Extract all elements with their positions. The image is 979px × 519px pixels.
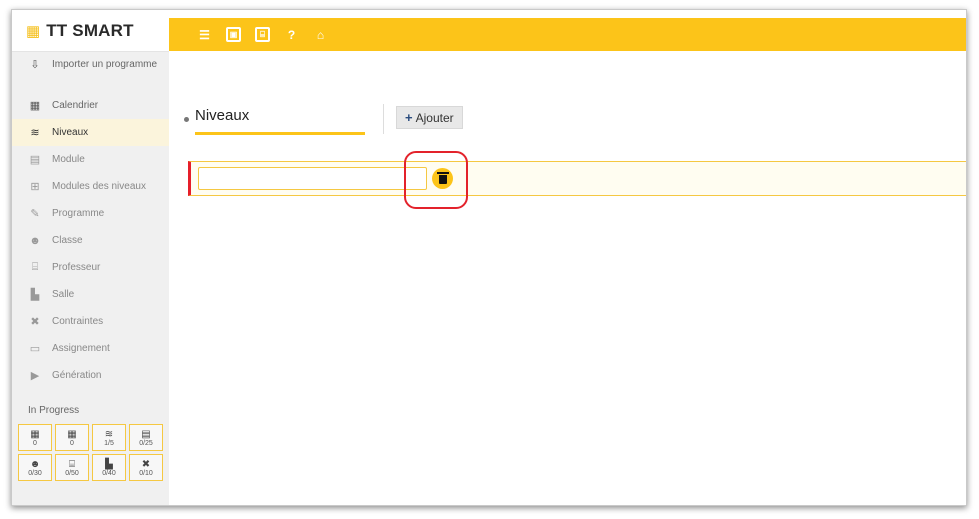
progress-grid: ▦ 0 ▦ 0 ≋ 1/5 ▤ 0/25 ☻ 0/30 ⌸ 0/50 ▙ 0/4… [12, 424, 169, 481]
progress-value: 1/5 [104, 439, 114, 447]
sidebar-item-modules-des-niveaux[interactable]: ⊞ Modules des niveaux [12, 173, 169, 200]
sidebar-item-label: Calendrier [52, 100, 99, 111]
section-header: Niveaux + Ajouter [184, 104, 463, 135]
monitor-icon: ▭ [29, 343, 41, 355]
save-icon[interactable]: ▣ [226, 27, 241, 42]
progress-label: In Progress [28, 405, 80, 416]
sidebar-item-generation[interactable]: ▶ Génération [12, 362, 169, 389]
book-icon: ▤ [141, 428, 151, 440]
progress-cell-classe: ☻ 0/30 [18, 454, 52, 481]
tools-icon: ✖ [30, 316, 40, 328]
sidebar-item-label: Assignement [52, 343, 110, 354]
progress-cell-salle: ▙ 0/40 [92, 454, 126, 481]
main-content: Niveaux + Ajouter [169, 51, 966, 505]
import-icon: ⇩ [30, 59, 40, 71]
home-icon[interactable]: ⌂ [313, 27, 328, 42]
sidebar-item-label: Programme [52, 208, 105, 219]
teacher-icon: ⌸ [69, 458, 75, 470]
divider [383, 104, 384, 134]
sidebar-item-label: Importer un programme [52, 59, 158, 70]
progress-value: 0/10 [139, 469, 153, 477]
add-button[interactable]: + Ajouter [396, 106, 463, 129]
progress-value: 0/40 [102, 469, 116, 477]
top-toolbar: ☰ ▣ ⌸ ? ⌂ [169, 18, 966, 51]
room-icon: ▙ [30, 289, 40, 301]
level-name-input[interactable] [198, 167, 427, 190]
sidebar-item-niveaux[interactable]: ≋ Niveaux [12, 119, 169, 146]
sidebar-item-salle[interactable]: ▙ Salle [12, 281, 169, 308]
bullet-dot [184, 117, 189, 122]
calendar-icon: ▦ [30, 428, 40, 440]
brand: ▦ TT SMART [12, 10, 169, 52]
progress-value: 0/25 [139, 439, 153, 447]
users-icon: ☻ [29, 458, 41, 470]
users-icon: ☻ [29, 234, 41, 247]
progress-value: 0 [33, 439, 37, 447]
sidebar-item-label: Module [52, 154, 85, 165]
title-wrap: Niveaux [195, 104, 365, 135]
progress-cell-calendar: ▦ 0 [18, 424, 52, 451]
sidebar-item-label: Génération [52, 370, 102, 381]
progress-cell-module: ▤ 0/25 [129, 424, 163, 451]
sidebar-item-label: Contraintes [52, 316, 104, 327]
calendar-icon: ▦ [26, 22, 41, 40]
level-row [188, 161, 966, 196]
layers-icon: ≋ [30, 127, 40, 139]
calendar-icon: ▦ [29, 100, 41, 112]
sidebar-item-assignement[interactable]: ▭ Assignement [12, 335, 169, 362]
layers-icon: ≋ [104, 428, 114, 440]
menu-icon[interactable]: ☰ [197, 27, 212, 42]
progress-cell-niveaux: ≋ 1/5 [92, 424, 126, 451]
progress-value: 0/30 [28, 469, 42, 477]
sidebar-item-label: Professeur [52, 262, 101, 273]
sidebar-item-classe[interactable]: ☻ Classe [12, 227, 169, 254]
sidebar-item-label: Modules des niveaux [52, 181, 146, 192]
plus-icon: + [405, 110, 413, 125]
play-icon: ▶ [30, 370, 40, 382]
sidebar: ▦ TT SMART ⇩ Importer un programme ▦ Cal… [12, 10, 169, 505]
title-underline [195, 132, 365, 135]
sidebar-item-programme[interactable]: ✎ Programme [12, 200, 169, 227]
sidebar-item-calendrier[interactable]: ▦ Calendrier [12, 92, 169, 119]
teacher-icon: ⌸ [31, 261, 39, 273]
progress-value: 0 [70, 439, 74, 447]
help-icon[interactable]: ? [284, 27, 299, 42]
teacher-board-icon[interactable]: ⌸ [255, 27, 270, 42]
progress-value: 0/50 [65, 469, 79, 477]
sidebar-item-label: Salle [52, 289, 75, 300]
book-icon: ▤ [29, 154, 41, 166]
progress-cell-contraintes: ✖ 0/10 [129, 454, 163, 481]
tools-icon: ✖ [141, 458, 151, 470]
progress-cell-calendar-2: ▦ 0 [55, 424, 89, 451]
page-title: Niveaux [195, 107, 250, 124]
room-icon: ▙ [105, 458, 113, 470]
progress-cell-professeur: ⌸ 0/50 [55, 454, 89, 481]
sidebar-item-import[interactable]: ⇩ Importer un programme [12, 58, 169, 92]
sitemap-icon: ⊞ [30, 181, 40, 193]
sidebar-menu: ⇩ Importer un programme ▦ Calendrier ≋ N… [12, 58, 169, 389]
highlight-circle [404, 151, 468, 209]
calendar-icon: ▦ [67, 428, 77, 440]
sidebar-item-contraintes[interactable]: ✖ Contraintes [12, 308, 169, 335]
sidebar-item-label: Classe [52, 235, 83, 246]
app-name: TT SMART [46, 20, 134, 40]
sidebar-item-label: Niveaux [52, 127, 89, 138]
ruler-icon: ✎ [30, 208, 40, 220]
sidebar-item-module[interactable]: ▤ Module [12, 146, 169, 173]
sidebar-item-professeur[interactable]: ⌸ Professeur [12, 254, 169, 281]
add-button-label: Ajouter [415, 110, 454, 125]
app-window: ▦ TT SMART ⇩ Importer un programme ▦ Cal… [11, 9, 967, 506]
